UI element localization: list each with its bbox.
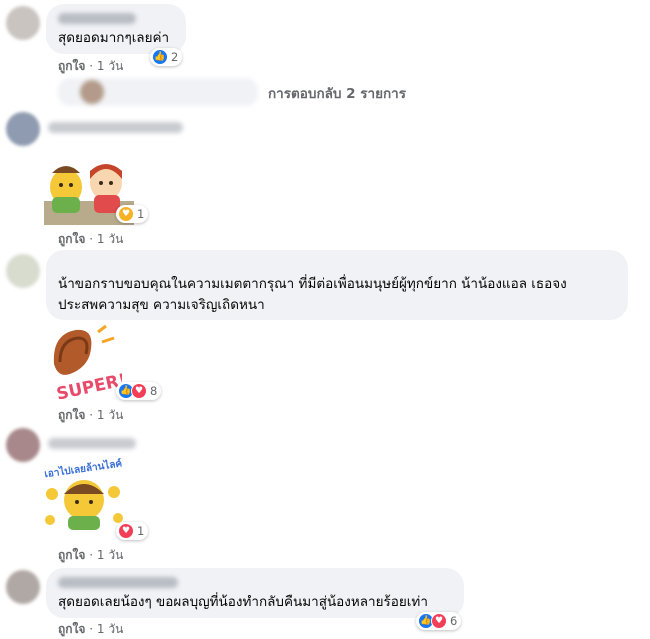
meta-separator: · [89, 59, 94, 73]
love-reaction-icon: ♥ [118, 523, 134, 539]
meta-separator: · [89, 408, 94, 422]
meta-separator: · [89, 622, 94, 636]
care-reaction-icon: ♥ [118, 206, 134, 222]
comment-meta: ถูกใจ · 1 วัน [58, 620, 123, 639]
comment-meta: ถูกใจ · 1 วัน [58, 230, 123, 249]
sticker-super-clap[interactable]: SUPER! [46, 324, 122, 404]
reaction-summary[interactable]: ♥ 1 [116, 205, 149, 223]
reaction-summary[interactable]: 👍 ♥ 6 [416, 612, 462, 630]
commenter-avatar[interactable] [6, 112, 40, 146]
comment-time[interactable]: 1 วัน [97, 59, 123, 73]
commenter-name[interactable] [48, 122, 183, 133]
commenter-name[interactable] [58, 13, 136, 24]
sticker-super-text: SUPER! [55, 370, 122, 404]
like-link[interactable]: ถูกใจ [58, 548, 85, 562]
comment-text-line1: น้าขอกราบขอบคุณในความเมตตากรุณา ที่มีต่อ… [58, 276, 567, 292]
reaction-count: 8 [150, 384, 158, 398]
commenter-avatar[interactable] [6, 570, 40, 604]
reaction-summary[interactable]: 👍 2 [150, 48, 183, 66]
comment-time[interactable]: 1 วัน [97, 622, 123, 636]
meta-separator: · [89, 548, 94, 562]
comment-meta: ถูกใจ · 1 วัน [58, 57, 123, 76]
like-link[interactable]: ถูกใจ [58, 408, 85, 422]
commenter-avatar[interactable] [6, 6, 40, 40]
commenter-avatar[interactable] [6, 428, 40, 462]
like-link[interactable]: ถูกใจ [58, 622, 85, 636]
commenter-avatar[interactable] [6, 254, 40, 288]
meta-separator: · [89, 232, 94, 246]
reaction-count: 1 [137, 207, 145, 221]
comment-meta: ถูกใจ · 1 วัน [58, 546, 123, 565]
like-link[interactable]: ถูกใจ [58, 232, 85, 246]
sticker-caption: เอาไปเลยล้านไลค์ [44, 458, 124, 480]
like-reaction-icon: 👍 [152, 49, 168, 65]
reaction-summary[interactable]: 👍 ♥ 8 [116, 382, 162, 400]
reaction-count: 6 [450, 614, 458, 628]
love-reaction-icon: ♥ [431, 613, 447, 629]
love-reaction-icon: ♥ [131, 383, 147, 399]
comment-time[interactable]: 1 วัน [97, 548, 123, 562]
commenter-name[interactable] [48, 438, 136, 449]
comment-text-line2: ประสพความสุข ความเจริญเถิดหนา [58, 297, 265, 313]
comment-meta: ถูกใจ · 1 วัน [58, 406, 123, 425]
reaction-summary[interactable]: ♥ 1 [116, 522, 149, 540]
reaction-count: 2 [171, 50, 179, 64]
like-link[interactable]: ถูกใจ [58, 59, 85, 73]
comment-text: สุดยอดมากๆเลยค่า [58, 30, 170, 46]
view-replies-link[interactable]: การตอบกลับ 2 รายการ [268, 82, 406, 104]
sticker-million-likes[interactable]: เอาไปเลยล้านไลค์ [42, 458, 126, 538]
reply-avatar [80, 80, 104, 104]
comment-time[interactable]: 1 วัน [97, 232, 123, 246]
reaction-count: 1 [137, 524, 145, 538]
comment-time[interactable]: 1 วัน [97, 408, 123, 422]
commenter-name[interactable] [58, 577, 178, 588]
comment-text: สุดยอดเลยน้องๆ ขอผลบุญที่น้องทำกลับคืนมา… [58, 594, 428, 610]
